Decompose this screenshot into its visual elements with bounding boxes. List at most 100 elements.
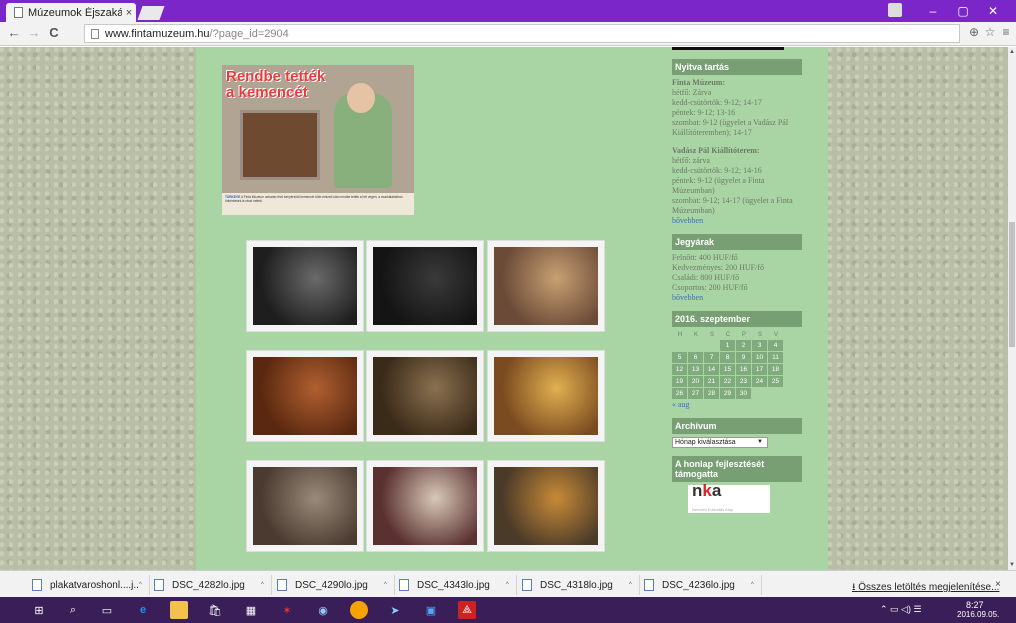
calendar-day[interactable]: 16 bbox=[736, 364, 751, 375]
address-bar[interactable]: www.fintamuzeum.hu /?page_id=2904 bbox=[84, 24, 960, 43]
task-view-icon[interactable]: ▭ bbox=[98, 601, 116, 619]
photo-reading[interactable] bbox=[366, 460, 484, 552]
calendar-day[interactable]: 13 bbox=[688, 364, 703, 375]
calendar-day[interactable]: 7 bbox=[704, 352, 719, 363]
store-icon[interactable]: 🛍 bbox=[206, 601, 224, 619]
back-button[interactable]: ← bbox=[6, 25, 22, 41]
file-icon bbox=[277, 579, 287, 591]
calendar-day[interactable]: 5 bbox=[672, 352, 687, 363]
calendar-day[interactable]: 21 bbox=[704, 376, 719, 387]
calendar-day[interactable]: 10 bbox=[752, 352, 767, 363]
page-scrollbar[interactable]: ▲ ▼ bbox=[1008, 47, 1016, 570]
calendar-day[interactable]: 9 bbox=[736, 352, 751, 363]
calendar-day[interactable]: 1 bbox=[720, 340, 735, 351]
nka-logo[interactable]: nka Nemzeti Kulturális Alap bbox=[688, 482, 770, 513]
file-explorer-icon[interactable] bbox=[170, 601, 188, 619]
calendar-day[interactable]: 29 bbox=[720, 388, 735, 399]
photo-crafts-table[interactable] bbox=[487, 240, 605, 332]
photo-workshop[interactable] bbox=[487, 460, 605, 552]
calendar-day[interactable]: 3 bbox=[752, 340, 767, 351]
download-item[interactable]: DSC_4343lo.jpg ^ bbox=[395, 575, 517, 595]
bookmark-star-icon[interactable]: ☆ bbox=[982, 25, 998, 39]
calendar-day[interactable]: 18 bbox=[768, 364, 783, 375]
calendar-day[interactable]: 8 bbox=[720, 352, 735, 363]
download-bar: plakatvaroshonl....j... ^ DSC_4282lo.jpg ^ D… bbox=[0, 570, 1016, 597]
calendar-day[interactable]: 28 bbox=[704, 388, 719, 399]
newspaper-clipping-image[interactable]: Rendbe tették a kemencét TÚRKEVE A Finta… bbox=[222, 65, 414, 215]
calendar-day[interactable]: 22 bbox=[720, 376, 735, 387]
chevron-up-icon[interactable]: ^ bbox=[629, 582, 639, 588]
calendar-day[interactable]: 17 bbox=[752, 364, 767, 375]
start-icon[interactable]: ⊞ bbox=[30, 601, 48, 619]
scroll-down-icon[interactable]: ▼ bbox=[1008, 562, 1016, 568]
opening-more-link[interactable]: bővebben bbox=[672, 216, 822, 226]
calendar-day[interactable]: 6 bbox=[688, 352, 703, 363]
file-icon bbox=[399, 579, 409, 591]
close-window-button[interactable]: ✕ bbox=[978, 2, 1008, 20]
sidebar-top-bar bbox=[672, 47, 784, 50]
download-item[interactable]: plakatvaroshonl....j... ^ bbox=[28, 575, 150, 595]
reload-button[interactable]: C bbox=[46, 25, 62, 41]
download-item[interactable]: DSC_4236lo.jpg ^ bbox=[640, 575, 762, 595]
chevron-up-icon[interactable]: ^ bbox=[261, 582, 271, 588]
chevron-up-icon[interactable]: ^ bbox=[384, 582, 394, 588]
app-icon-dart[interactable]: ➤ bbox=[386, 601, 404, 619]
photo-dark-night[interactable] bbox=[366, 240, 484, 332]
calendar-day[interactable]: 30 bbox=[736, 388, 751, 399]
calendar-day[interactable]: 19 bbox=[672, 376, 687, 387]
new-tab-button[interactable] bbox=[137, 6, 165, 20]
zoom-icon[interactable]: ⊕ bbox=[966, 25, 982, 39]
clipping-caption: TÚRKEVE A Finta Múzeum udvarán lévő keny… bbox=[222, 193, 414, 215]
photo-courtyard[interactable] bbox=[366, 350, 484, 442]
calendar-prev-link[interactable]: « aug bbox=[672, 400, 822, 410]
scroll-up-icon[interactable]: ▲ bbox=[1008, 49, 1016, 55]
archive-month-select[interactable]: Hónap kiválasztása ▼ bbox=[672, 437, 768, 448]
app-icon-globe[interactable]: ◉ bbox=[314, 601, 332, 619]
menu-icon[interactable]: ≡ bbox=[998, 25, 1014, 39]
calculator-icon[interactable]: ▦ bbox=[242, 601, 260, 619]
chrome-icon[interactable] bbox=[350, 601, 368, 619]
scrollbar-thumb[interactable] bbox=[1009, 222, 1015, 347]
forward-button[interactable]: → bbox=[26, 25, 42, 41]
edge-browser-icon[interactable]: e bbox=[134, 601, 152, 619]
close-download-bar-icon[interactable]: × bbox=[995, 579, 1001, 590]
calendar-day[interactable]: 15 bbox=[720, 364, 735, 375]
photo-exhibition[interactable] bbox=[246, 460, 364, 552]
maximize-button[interactable]: ▢ bbox=[948, 2, 978, 20]
calendar-day[interactable]: 23 bbox=[736, 376, 751, 387]
tab-close-icon[interactable]: × bbox=[122, 7, 136, 19]
photo-audience[interactable] bbox=[246, 350, 364, 442]
calendar-day[interactable]: 26 bbox=[672, 388, 687, 399]
calendar-day[interactable]: 20 bbox=[688, 376, 703, 387]
user-profile-icon[interactable] bbox=[888, 3, 902, 17]
file-icon bbox=[644, 579, 654, 591]
calendar-day[interactable]: 4 bbox=[768, 340, 783, 351]
vadasz-line: szombat: 9-12; 14-17 (ügyelet a Finta bbox=[672, 196, 793, 205]
calendar-day[interactable]: 14 bbox=[704, 364, 719, 375]
show-all-downloads-link[interactable]: ⭳ Összes letöltés megjelenítése... bbox=[852, 580, 999, 597]
browser-tab[interactable]: Múzeumok Éjszakája × bbox=[6, 3, 136, 22]
chevron-up-icon[interactable]: ^ bbox=[751, 582, 761, 588]
content-column: Rendbe tették a kemencét TÚRKEVE A Finta… bbox=[196, 47, 828, 570]
weekday-label: H bbox=[677, 332, 683, 338]
save-disk-icon[interactable]: ▣ bbox=[422, 601, 440, 619]
download-item[interactable]: DSC_4290lo.jpg ^ bbox=[273, 575, 395, 595]
pdf-reader-icon[interactable]: ⟁ bbox=[458, 601, 476, 619]
download-item[interactable]: DSC_4318lo.jpg ^ bbox=[518, 575, 640, 595]
photo-dark-room[interactable] bbox=[246, 240, 364, 332]
app-icon-red[interactable]: ✶ bbox=[278, 601, 296, 619]
tickets-more-link[interactable]: bővebben bbox=[672, 293, 822, 303]
calendar-day[interactable]: 24 bbox=[752, 376, 767, 387]
search-icon[interactable]: ⌕ bbox=[64, 601, 82, 619]
download-item[interactable]: DSC_4282lo.jpg ^ bbox=[150, 575, 272, 595]
calendar-day[interactable]: 27 bbox=[688, 388, 703, 399]
calendar-day[interactable]: 11 bbox=[768, 352, 783, 363]
system-tray-icons[interactable]: ⌃ ▭ ◁) ☰ bbox=[880, 604, 922, 615]
minimize-button[interactable]: – bbox=[918, 2, 948, 20]
calendar-day[interactable]: 2 bbox=[736, 340, 751, 351]
chevron-up-icon[interactable]: ^ bbox=[139, 582, 149, 588]
photo-colored-rings[interactable] bbox=[487, 350, 605, 442]
calendar-day[interactable]: 25 bbox=[768, 376, 783, 387]
calendar-day[interactable]: 12 bbox=[672, 364, 687, 375]
chevron-up-icon[interactable]: ^ bbox=[506, 582, 516, 588]
